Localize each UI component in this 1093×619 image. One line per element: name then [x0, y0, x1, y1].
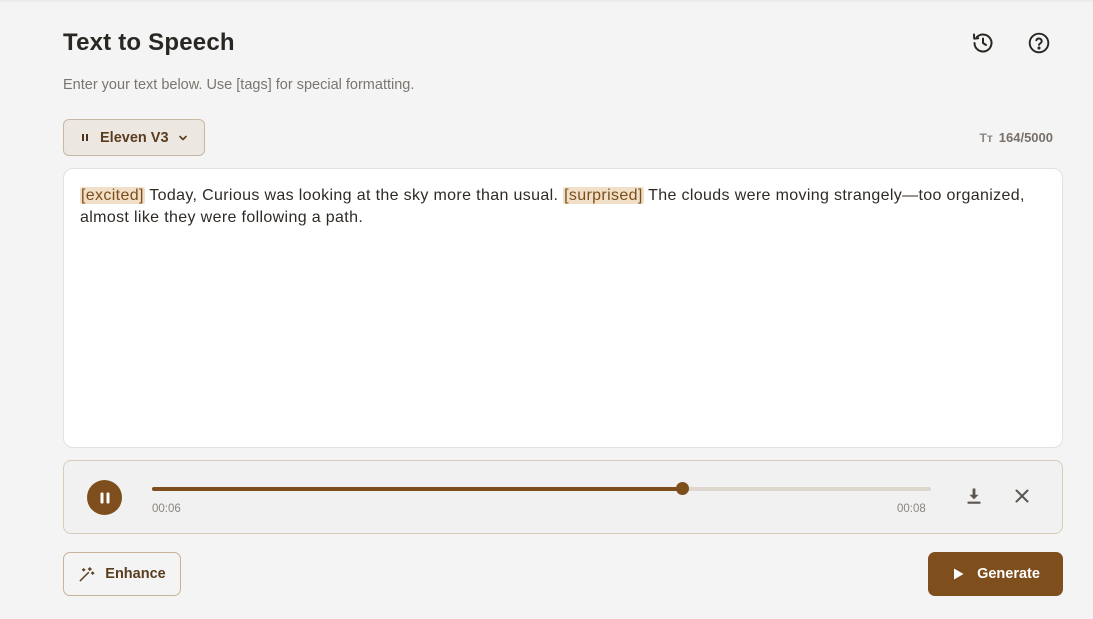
chevron-down-icon	[178, 135, 187, 140]
character-count-value: 164/5000	[998, 130, 1053, 145]
generate-button[interactable]: Generate	[928, 552, 1063, 596]
character-count: Tт 164/5000	[980, 130, 1053, 145]
total-time: 00:08	[897, 503, 926, 515]
help-button[interactable]	[1025, 29, 1053, 57]
current-time: 00:06	[152, 503, 181, 515]
model-select[interactable]: Eleven V3	[63, 119, 205, 156]
text-size-icon: Tт	[979, 130, 993, 145]
model-bars-icon	[82, 133, 88, 143]
generate-label: Generate	[977, 566, 1040, 582]
download-icon	[967, 488, 981, 504]
page-title: Text to Speech	[63, 29, 235, 56]
enhance-button[interactable]: Enhance	[63, 552, 181, 596]
progress-track[interactable]	[152, 482, 931, 495]
download-button[interactable]	[962, 484, 986, 508]
progress-thumb[interactable]	[675, 482, 689, 495]
page-subtitle: Enter your text below. Use [tags] for sp…	[63, 77, 415, 93]
pause-button[interactable]	[87, 480, 122, 515]
enhance-label: Enhance	[105, 566, 166, 582]
close-button[interactable]	[1010, 484, 1034, 508]
help-circle-icon	[1028, 32, 1050, 54]
history-button[interactable]	[969, 29, 997, 57]
audio-player: 00:06 00:08	[63, 460, 1063, 534]
play-icon	[954, 568, 964, 580]
close-icon	[1015, 489, 1029, 503]
magic-wand-icon	[79, 566, 95, 581]
progress-fill	[152, 487, 682, 491]
text-editor[interactable]: [excited] Today, Curious was looking at …	[63, 168, 1063, 448]
history-icon	[973, 33, 993, 53]
editor-tag: [excited]	[80, 187, 145, 204]
editor-text: Today, Curious was looking at the sky mo…	[144, 187, 564, 204]
pause-icon	[100, 492, 109, 503]
model-select-label: Eleven V3	[100, 129, 169, 146]
top-divider	[0, 0, 1093, 2]
editor-tag: [surprised]	[563, 187, 644, 204]
